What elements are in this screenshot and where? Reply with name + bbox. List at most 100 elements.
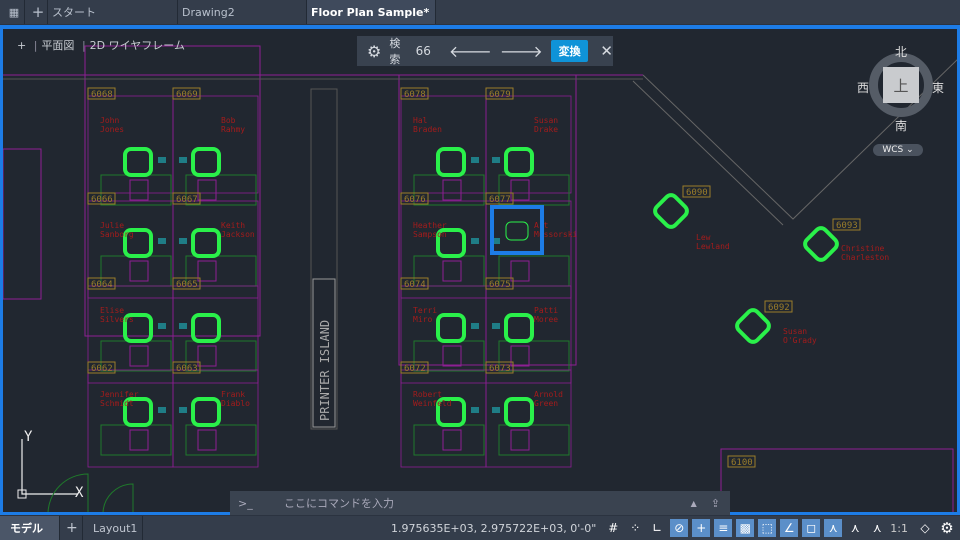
- visual-style[interactable]: 2D ワイヤフレーム: [90, 39, 185, 52]
- gear-icon[interactable]: ⚙: [938, 519, 956, 537]
- east-label[interactable]: 東: [932, 79, 944, 96]
- south-label[interactable]: 南: [895, 117, 907, 134]
- tab-start[interactable]: スタート: [48, 0, 178, 24]
- share-icon[interactable]: ⇪: [711, 497, 720, 510]
- chair-icon: [123, 147, 153, 177]
- grid-menu-icon[interactable]: ▦: [0, 0, 25, 24]
- cubicle-6090: 6090 LewLewland: [653, 185, 730, 251]
- computer: [129, 345, 149, 367]
- command-prompt-icon[interactable]: >_: [238, 497, 274, 510]
- cubicle-number: 6064: [91, 280, 113, 290]
- occupant-name: Heather: [413, 221, 447, 230]
- north-label[interactable]: 北: [895, 43, 907, 60]
- viewport-controls[interactable]: + | 平面図 | 2D ワイヤフレーム: [17, 37, 185, 53]
- occupant-name: Susan: [534, 116, 558, 125]
- occupant-name: Patti: [534, 306, 558, 315]
- tab-layout1[interactable]: Layout1: [83, 516, 143, 540]
- tab-floor-plan[interactable]: Floor Plan Sample*: [307, 0, 436, 24]
- occupant-name: Bob: [221, 116, 236, 125]
- cubicle-6079: 6079 SusanDrake: [485, 87, 572, 206]
- cubicle-number: 6068: [91, 90, 113, 100]
- chair-icon: [653, 193, 689, 229]
- add-layout-button[interactable]: +: [60, 516, 83, 540]
- drawing-canvas[interactable]: PRINTER ISLAND 6068 John Jones 6069 Bob Rahmy 6…: [0, 25, 960, 515]
- tab-label: Floor Plan Sample*: [311, 5, 430, 19]
- polar-icon[interactable]: ⊘: [670, 519, 689, 537]
- west-label[interactable]: 西: [857, 79, 869, 96]
- occupant-name: Drake: [534, 125, 558, 134]
- occupant-name: Jennifer: [100, 390, 139, 399]
- occupant-name: Braden: [413, 125, 442, 134]
- snap-icon[interactable]: ⁘: [626, 519, 644, 537]
- new-tab-button[interactable]: +: [25, 0, 48, 24]
- history-toggle-icon[interactable]: ▲: [691, 499, 697, 508]
- tab-model[interactable]: モデル: [0, 516, 60, 540]
- tab-bar: ▦ + スタート Drawing2 Floor Plan Sample*: [0, 0, 960, 24]
- chair-icon: [504, 313, 534, 343]
- find-label: 検索: [389, 37, 401, 66]
- annotation-visibility-icon[interactable]: ⋏: [824, 519, 843, 537]
- chair-icon: [505, 221, 529, 241]
- cubicle-6078: 6078 HalBraden: [400, 87, 487, 206]
- cubicle-number: 6074: [404, 280, 426, 290]
- cubicle-6063: 6063 FrankDiablo: [172, 361, 259, 468]
- viewcube[interactable]: 上 北 南 西 東: [857, 43, 944, 134]
- selection-cycling-icon[interactable]: ⬚: [758, 519, 777, 537]
- dynamic-input-icon[interactable]: +: [692, 519, 711, 537]
- find-toolbar: ⚙ 検索 66 🡐 🡒 変換 ✕: [357, 36, 613, 66]
- occupant-name: Weinfeld: [413, 399, 452, 408]
- occupant-name: Keith: [221, 221, 245, 230]
- close-icon[interactable]: ✕: [600, 42, 613, 60]
- arrow-right-icon[interactable]: 🡒: [500, 41, 543, 61]
- annotation-scale-dropdown[interactable]: 1:1: [890, 522, 908, 535]
- occupant-name: Charleston: [841, 253, 889, 262]
- occupant-name: Frank: [221, 390, 245, 399]
- computer: [197, 429, 217, 451]
- occupant-name: Schmidt: [100, 399, 134, 408]
- occupant-name: O'Grady: [783, 336, 817, 345]
- phone-icon: [471, 323, 479, 329]
- gear-icon[interactable]: ⚙: [367, 42, 381, 61]
- chair-icon: [191, 228, 221, 258]
- isolate-objects-icon[interactable]: ◇: [916, 519, 934, 537]
- replace-button[interactable]: 変換: [550, 40, 589, 62]
- occupant-name: Susan: [783, 327, 807, 336]
- occupant-name: Silvers: [100, 315, 134, 324]
- wcs-dropdown[interactable]: WCS ⌄: [873, 144, 923, 156]
- occupant-name: Hal: [413, 116, 428, 125]
- occupant-name: John: [100, 116, 119, 125]
- grid-icon[interactable]: #: [604, 519, 622, 537]
- view-name[interactable]: 平面図: [41, 39, 74, 52]
- ortho-icon[interactable]: ∟: [648, 519, 666, 537]
- transparency-icon[interactable]: ▩: [736, 519, 755, 537]
- occupant-name: Miro: [413, 315, 432, 324]
- computer: [510, 429, 530, 451]
- viewport-menu[interactable]: +: [17, 39, 26, 52]
- cubicle-number: 6090: [686, 188, 708, 198]
- layout-label: Layout1: [93, 521, 138, 535]
- lineweight-icon[interactable]: ≡: [714, 519, 733, 537]
- tab-drawing2[interactable]: Drawing2: [178, 0, 307, 24]
- chair-icon: [735, 308, 771, 344]
- viewcube-top[interactable]: 上: [883, 67, 919, 103]
- phone-icon: [179, 238, 187, 244]
- cubicle-number: 6062: [91, 364, 113, 374]
- occupant-name: Elise: [100, 306, 124, 315]
- chair-icon: [803, 226, 839, 262]
- cubicle-number: 6069: [176, 90, 198, 100]
- computer: [197, 179, 217, 201]
- osnap-tracking-icon[interactable]: ∠: [780, 519, 799, 537]
- annotation-scale-icon[interactable]: ⋏: [868, 519, 886, 537]
- ucs-x-label: X: [75, 485, 84, 501]
- wcs-label: WCS: [882, 145, 904, 155]
- object-snap-icon[interactable]: ◻: [802, 519, 821, 537]
- arrow-left-icon[interactable]: 🡐: [449, 41, 492, 61]
- phone-icon: [158, 323, 166, 329]
- command-input[interactable]: ここにコマンドを入力: [284, 495, 691, 511]
- cubicle-number: 6075: [489, 280, 511, 290]
- chair-icon: [436, 147, 466, 177]
- tab-label: スタート: [52, 6, 96, 19]
- chair-icon: [191, 147, 221, 177]
- command-line[interactable]: >_ ここにコマンドを入力 ▲ ⇪: [230, 491, 730, 515]
- autoscale-icon[interactable]: ⋏: [846, 519, 864, 537]
